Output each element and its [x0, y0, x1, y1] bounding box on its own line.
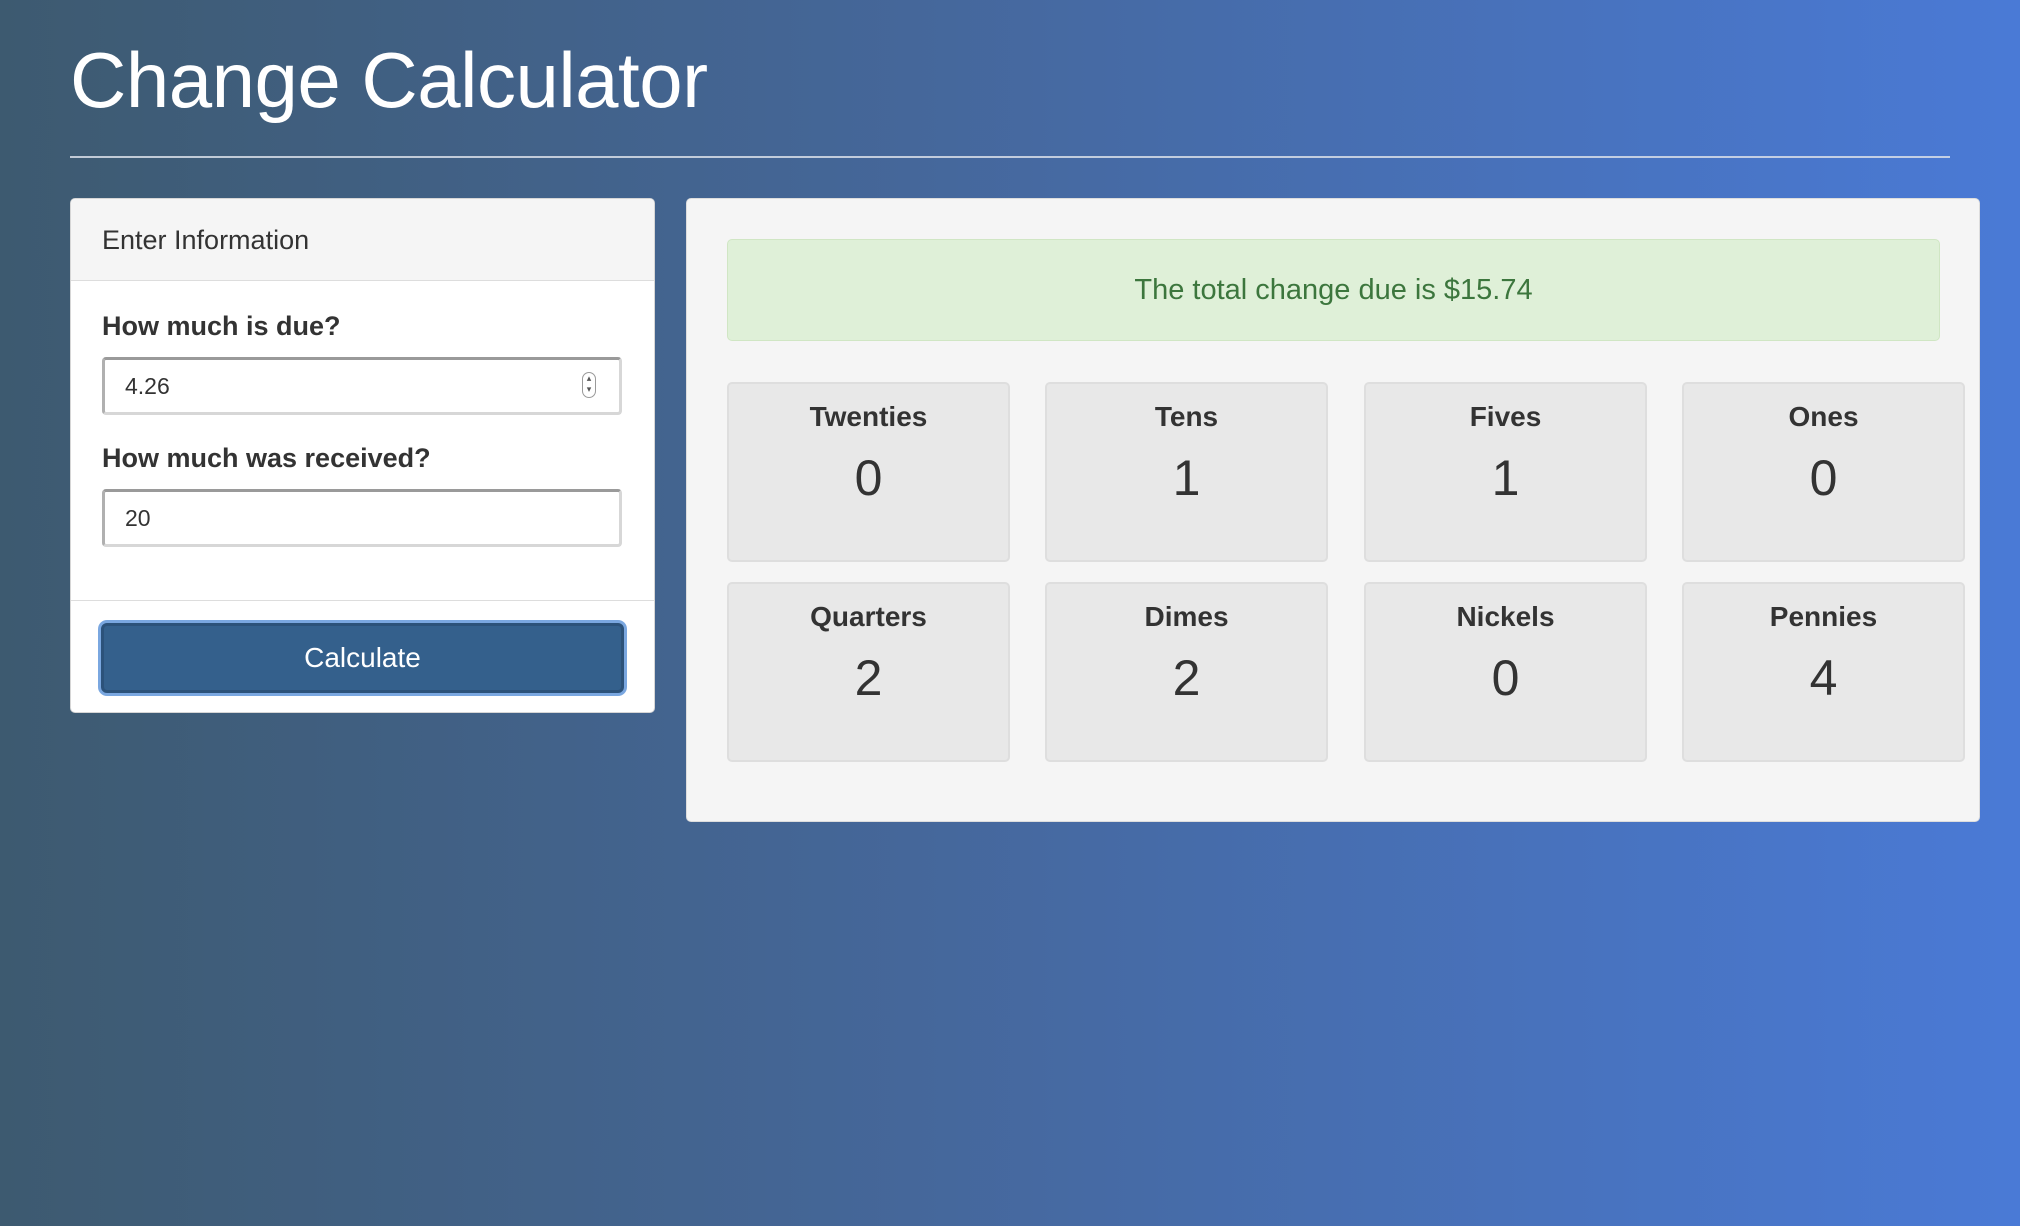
results-panel: The total change due is $15.74 Twenties … — [686, 198, 1980, 822]
denomination-count: 1 — [1491, 450, 1520, 506]
denomination-name: Ones — [1788, 401, 1859, 432]
denomination-count: 4 — [1809, 650, 1838, 706]
enter-information-panel: Enter Information How much is due? ▴▾ Ho… — [70, 198, 655, 713]
denomination-count: 0 — [854, 450, 883, 506]
denomination-count: 2 — [1172, 650, 1201, 706]
denomination-name: Fives — [1469, 401, 1542, 432]
denomination-name: Pennies — [1769, 601, 1878, 632]
denomination-count: 2 — [854, 650, 883, 706]
denomination-count: 1 — [1172, 450, 1201, 506]
denomination-tens: Tens 1 — [1045, 382, 1328, 562]
denomination-name: Dimes — [1144, 601, 1229, 632]
denomination-fives: Fives 1 — [1364, 382, 1647, 562]
total-change-alert: The total change due is $15.74 — [727, 239, 1940, 341]
denomination-name: Twenties — [809, 401, 928, 432]
denomination-ones: Ones 0 — [1682, 382, 1965, 562]
amount-due-input[interactable] — [102, 357, 622, 415]
spinner-arrows-icon[interactable]: ▴ ▾ — [582, 372, 596, 398]
denomination-quarters: Quarters 2 — [727, 582, 1010, 762]
amount-received-input[interactable] — [102, 489, 622, 547]
denomination-dimes: Dimes 2 — [1045, 582, 1328, 762]
denomination-name: Tens — [1154, 401, 1219, 432]
form-footer: Calculate — [71, 601, 654, 693]
denomination-name: Nickels — [1456, 601, 1555, 632]
calculate-button[interactable]: Calculate — [101, 623, 624, 693]
denomination-count: 0 — [1809, 450, 1838, 506]
form-body: How much is due? ▴▾ How much was receive… — [71, 281, 654, 601]
amount-received-label: How much was received? — [102, 443, 431, 473]
denomination-pennies: Pennies 4 — [1682, 582, 1965, 762]
amount-due-label: How much is due? — [102, 311, 341, 341]
denomination-count: 0 — [1491, 650, 1520, 706]
denomination-name: Quarters — [810, 601, 927, 632]
panel-heading: Enter Information — [71, 199, 654, 281]
amount-received-wrapper — [102, 489, 622, 547]
page-title: Change Calculator — [70, 36, 708, 124]
amount-due-wrapper: ▴▾ — [102, 357, 622, 415]
denomination-twenties: Twenties 0 — [727, 382, 1010, 562]
denomination-nickels: Nickels 0 — [1364, 582, 1647, 762]
header-divider — [70, 156, 1950, 158]
